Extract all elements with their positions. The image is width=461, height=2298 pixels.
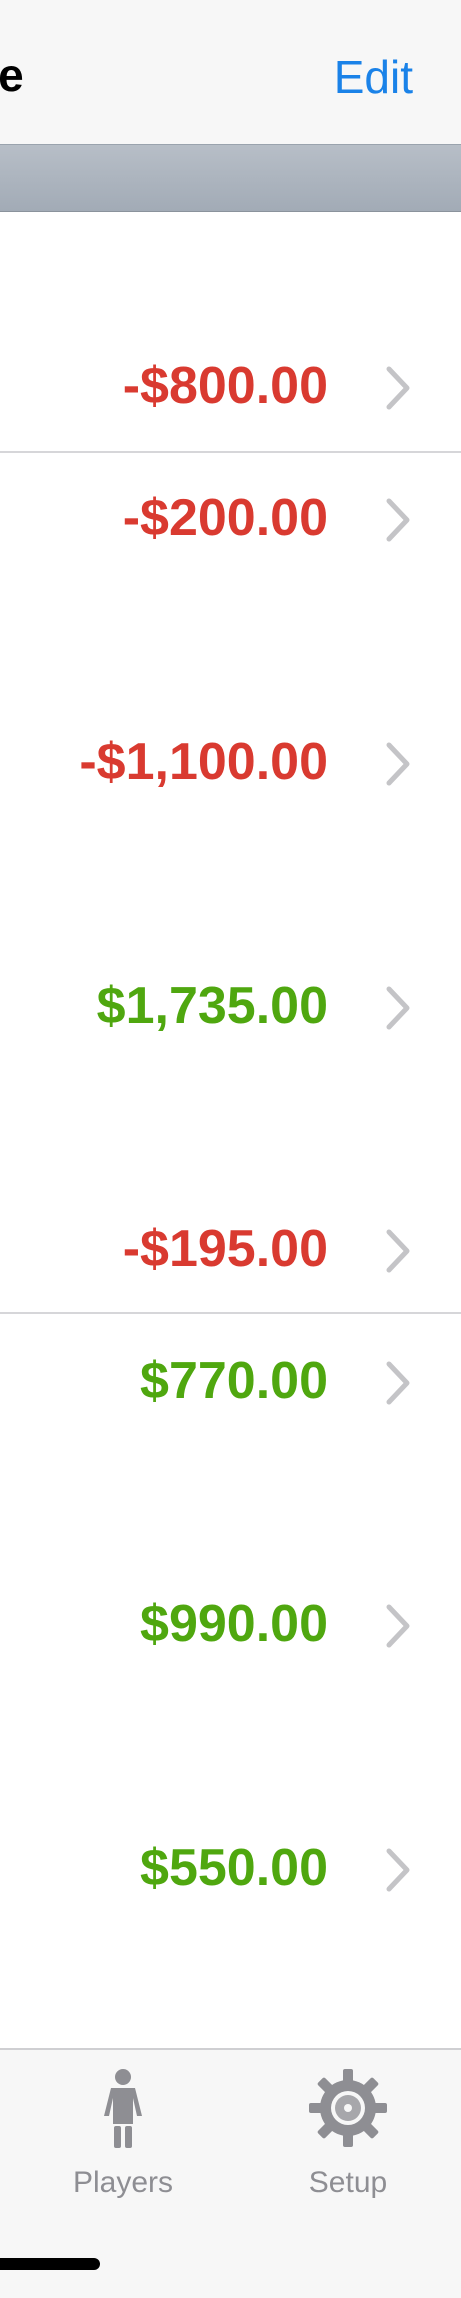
table-row[interactable]: $1,735.00 (0, 960, 461, 1070)
chevron-right-icon (386, 986, 410, 1030)
amount-label: -$800.00 (122, 357, 328, 415)
screen: ne Edit -$800.00 -$200.00 -$1,100.00 $1,… (0, 0, 461, 2298)
table-row[interactable]: -$800.00 (0, 340, 461, 450)
chevron-right-icon (386, 1361, 410, 1405)
chevron-right-icon (386, 1229, 410, 1273)
chevron-right-icon (386, 1848, 410, 1892)
gear-icon (309, 2069, 387, 2147)
home-indicator (0, 2258, 100, 2270)
amount-label: -$195.00 (122, 1220, 328, 1278)
amount-label: -$1,100.00 (79, 733, 328, 791)
row-separator (0, 1312, 461, 1314)
amount-label: -$200.00 (122, 489, 328, 547)
chevron-right-icon (386, 498, 410, 542)
row-separator (0, 451, 461, 453)
amount-label: $1,735.00 (96, 977, 328, 1035)
tab-label: Setup (308, 2166, 388, 2199)
edit-button[interactable]: Edit (334, 50, 413, 104)
table-row[interactable]: $770.00 (0, 1335, 461, 1445)
table-row[interactable]: -$1,100.00 (0, 716, 461, 826)
nav-title: ne (0, 49, 24, 101)
chevron-right-icon (386, 1604, 410, 1648)
tab-setup[interactable]: Setup (268, 2064, 428, 2214)
amount-label: $990.00 (140, 1595, 328, 1653)
table-row[interactable]: -$195.00 (0, 1203, 461, 1313)
table-row[interactable]: $990.00 (0, 1578, 461, 1688)
amount-label: $770.00 (140, 1352, 328, 1410)
navigation-bar: ne Edit (0, 0, 461, 144)
tab-label: Players (72, 2166, 174, 2199)
person-icon (104, 2069, 142, 2148)
section-header (0, 144, 461, 212)
chevron-right-icon (386, 742, 410, 786)
amount-label: $550.00 (140, 1839, 328, 1897)
table-row[interactable]: -$200.00 (0, 472, 461, 582)
tab-players[interactable]: Players (43, 2064, 203, 2214)
table-row[interactable]: $550.00 (0, 1822, 461, 1932)
chevron-right-icon (386, 366, 410, 410)
